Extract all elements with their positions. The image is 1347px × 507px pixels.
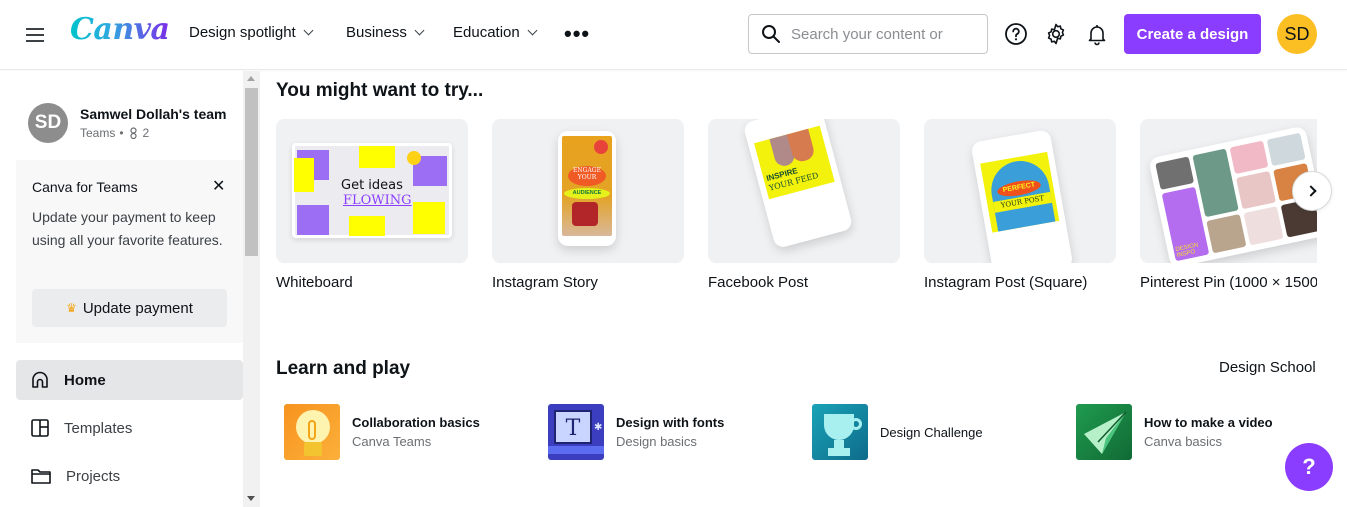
canva-teams-promo: Canva for Teams ✕ Update your payment to… — [16, 160, 243, 343]
pinterest-pin-thumbnail: DESIGN INSPO — [1140, 119, 1317, 263]
menu-icon[interactable] — [26, 24, 44, 44]
learn-item-how-to-make-a-video[interactable]: How to make a video Canva basics — [1076, 404, 1273, 460]
learn-item-subtitle: Canva Teams — [352, 434, 432, 449]
help-icon[interactable] — [1004, 22, 1028, 46]
top-header: Canva Design spotlight Business Educatio… — [0, 0, 1347, 70]
nav-design-spotlight[interactable]: Design spotlight — [189, 24, 314, 41]
learn-item-title: Design Challenge — [880, 424, 983, 440]
search-box[interactable] — [748, 14, 988, 54]
font-laptop-icon: T ✱ — [548, 404, 604, 460]
sidebar-item-projects[interactable]: Projects — [16, 456, 243, 496]
team-switcher[interactable]: SD Samwel Dollah's team Teams • 2 — [28, 103, 227, 143]
scroll-down-arrow-icon[interactable] — [247, 496, 255, 501]
learn-item-title: Design with fonts — [616, 415, 725, 430]
design-card-whiteboard[interactable]: Get ideas FLOWING Whiteboard — [276, 119, 468, 291]
chevron-down-icon — [303, 25, 314, 36]
thumb-text: FLOWING — [343, 193, 412, 208]
learn-item-design-with-fonts[interactable]: T ✱ Design with fonts Design basics — [548, 404, 724, 460]
nav-education[interactable]: Education — [453, 24, 538, 41]
paper-plane-icon — [1076, 404, 1132, 460]
design-card-pinterest-pin[interactable]: DESIGN INSPO Pinterest Pin (1000 × 1500 … — [1140, 119, 1317, 291]
canva-logo[interactable]: Canva — [70, 12, 170, 47]
chevron-down-icon — [527, 25, 538, 36]
update-payment-label: Update payment — [82, 299, 193, 317]
lightbulb-icon — [284, 404, 340, 460]
more-options-icon[interactable]: ••• — [564, 21, 590, 47]
sidebar-item-label: Projects — [66, 467, 121, 485]
home-icon — [32, 371, 48, 388]
search-input[interactable] — [791, 25, 971, 43]
nav-label: Design spotlight — [189, 24, 296, 41]
team-name: Samwel Dollah's team — [80, 106, 227, 122]
folder-icon — [31, 469, 51, 484]
crown-icon: ♛ — [66, 301, 77, 315]
chevron-down-icon — [414, 25, 425, 36]
sidebar: SD Samwel Dollah's team Teams • 2 Canva … — [0, 71, 260, 507]
settings-gear-icon[interactable] — [1044, 22, 1068, 46]
sidebar-item-label: Home — [64, 371, 106, 389]
learn-item-title: Collaboration basics — [352, 415, 480, 430]
thumb-text: ENGAGE — [573, 167, 601, 174]
learn-item-collaboration-basics[interactable]: Collaboration basics Canva Teams — [284, 404, 480, 460]
learn-item-design-challenge[interactable]: Design Challenge — [812, 404, 983, 460]
create-design-button[interactable]: Create a design — [1124, 14, 1261, 54]
learn-and-play-heading: Learn and play — [276, 358, 411, 379]
separator-dot: • — [119, 126, 124, 140]
learn-item-title: How to make a video — [1144, 415, 1273, 430]
thumb-text: YOUR — [577, 174, 597, 181]
team-plan: Teams — [80, 126, 116, 140]
sidebar-item-home[interactable]: Home — [16, 360, 243, 400]
scroll-up-arrow-icon[interactable] — [247, 76, 255, 81]
sidebar-item-templates[interactable]: Templates — [16, 408, 243, 448]
thumb-text: AUDIENCE — [564, 188, 610, 199]
search-icon — [762, 25, 780, 43]
card-label: Instagram Post (Square) — [924, 274, 1088, 291]
sidebar-scrollbar[interactable] — [243, 71, 260, 507]
trophy-icon — [812, 404, 868, 460]
facebook-post-thumbnail: INSPIRE YOUR FEED — [708, 119, 900, 263]
instagram-post-thumbnail: PERFECT YOUR POST — [924, 119, 1116, 263]
card-label: Whiteboard — [276, 274, 353, 291]
design-card-instagram-post-square[interactable]: PERFECT YOUR POST Instagram Post (Square… — [924, 119, 1116, 291]
carousel-next-button[interactable] — [1292, 171, 1332, 211]
notifications-bell-icon[interactable] — [1085, 22, 1109, 46]
card-label: Instagram Story — [492, 274, 598, 291]
thumb-text: Get ideas — [341, 178, 403, 193]
nav-business[interactable]: Business — [346, 24, 425, 41]
scrollbar-thumb[interactable] — [245, 88, 258, 256]
design-school-link[interactable]: Design School — [1219, 359, 1316, 376]
nav-label: Business — [346, 24, 407, 41]
sidebar-item-label: Templates — [64, 419, 133, 437]
help-button[interactable]: ? — [1285, 443, 1333, 491]
promo-text: Update your payment to keep using all yo… — [32, 209, 223, 248]
card-label: Facebook Post — [708, 274, 809, 291]
promo-title: Canva for Teams — [32, 179, 138, 195]
update-payment-button[interactable]: ♛ Update payment — [32, 289, 227, 327]
learn-item-subtitle: Design basics — [616, 434, 697, 449]
instagram-story-thumbnail: ENGAGE YOUR AUDIENCE — [492, 119, 684, 263]
nav-label: Education — [453, 24, 520, 41]
templates-icon — [31, 419, 49, 437]
design-card-facebook-post[interactable]: INSPIRE YOUR FEED Facebook Post — [708, 119, 900, 291]
design-card-instagram-story[interactable]: ENGAGE YOUR AUDIENCE Instagram Story — [492, 119, 684, 291]
team-member-count: 2 — [142, 126, 150, 140]
learn-item-subtitle: Canva basics — [1144, 434, 1223, 449]
chevron-right-icon — [1304, 185, 1317, 197]
you-might-want-to-try-heading: You might want to try... — [276, 80, 484, 101]
team-avatar: SD — [28, 103, 68, 143]
user-avatar[interactable]: SD — [1277, 14, 1317, 54]
card-label: Pinterest Pin (1000 × 1500 px) — [1140, 274, 1317, 291]
members-icon — [129, 127, 137, 139]
close-icon[interactable]: ✕ — [212, 176, 225, 196]
whiteboard-thumbnail: Get ideas FLOWING — [276, 119, 468, 263]
